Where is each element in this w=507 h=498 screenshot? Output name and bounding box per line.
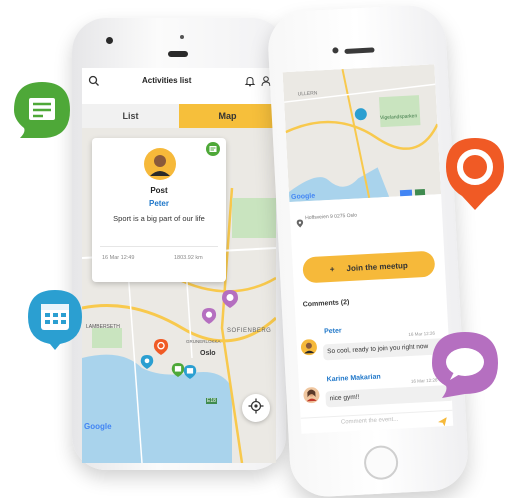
lifebuoy-icon bbox=[446, 138, 504, 210]
map-label-ullern: ULLERN bbox=[297, 90, 318, 98]
comments-header: Comments (2) bbox=[302, 299, 350, 309]
map-label-lamberseth: LAMBERSETH bbox=[86, 324, 120, 330]
home-button[interactable] bbox=[363, 444, 399, 481]
left-screen: Activities list List Map LAMBERSETH SOFI… bbox=[82, 68, 276, 463]
lifebuoy-pin-icon[interactable] bbox=[153, 338, 169, 361]
right-phone: Vigelandsparken ULLERN Google Hoffsveien… bbox=[266, 3, 470, 498]
search-icon[interactable] bbox=[88, 74, 100, 92]
google-logo: Google bbox=[84, 422, 112, 431]
header-bar: Activities list bbox=[82, 68, 276, 95]
avatar bbox=[303, 387, 320, 409]
comment-author[interactable]: Karine Makarian bbox=[327, 374, 381, 384]
crosshair-icon bbox=[248, 398, 264, 419]
location-pin-icon[interactable] bbox=[140, 354, 154, 375]
lifebuoy-badge bbox=[444, 136, 506, 210]
locate-me-button[interactable] bbox=[242, 394, 270, 422]
front-camera bbox=[106, 37, 113, 44]
send-icon[interactable] bbox=[438, 413, 448, 431]
document-badge bbox=[12, 80, 72, 140]
chat-pin-icon[interactable] bbox=[201, 307, 217, 330]
view-tabs: List Map bbox=[82, 104, 276, 128]
map-label-e18: E18 bbox=[206, 398, 217, 404]
avatar bbox=[144, 148, 176, 185]
page-title: Activities list bbox=[142, 76, 192, 85]
location-icon bbox=[296, 214, 304, 232]
event-map[interactable] bbox=[282, 64, 442, 203]
join-button-label: Join the meetup bbox=[346, 260, 409, 273]
sensor bbox=[180, 35, 184, 39]
card-date: 16 Mar 12:49 bbox=[102, 255, 135, 261]
map-label-grunerlokka: GRUNERLOKKA bbox=[186, 339, 221, 344]
card-type: Post bbox=[150, 186, 168, 195]
divider bbox=[100, 246, 218, 247]
map-label-sofienberg: SOFIENBERG bbox=[227, 328, 272, 334]
chat-icon bbox=[432, 332, 498, 398]
speaker bbox=[344, 47, 375, 54]
bell-icon[interactable] bbox=[244, 74, 256, 92]
spacer bbox=[82, 94, 276, 104]
calendar-pin-icon[interactable] bbox=[183, 364, 197, 385]
left-phone: Activities list List Map LAMBERSETH SOFI… bbox=[72, 18, 286, 470]
map-label-oslo: Oslo bbox=[200, 350, 216, 357]
calendar-badge bbox=[26, 288, 84, 350]
avatar bbox=[300, 339, 318, 361]
calendar-icon bbox=[28, 290, 82, 350]
plus-icon: + bbox=[329, 264, 335, 274]
speaker bbox=[168, 51, 188, 57]
google-logo: Google bbox=[290, 192, 316, 201]
join-meetup-button[interactable]: + Join the meetup bbox=[302, 250, 436, 284]
document-icon bbox=[14, 82, 70, 138]
chat-pin-icon[interactable] bbox=[221, 289, 239, 314]
chat-badge bbox=[430, 330, 500, 400]
card-distance: 1803.92 km bbox=[174, 255, 203, 261]
tab-list[interactable]: List bbox=[82, 104, 179, 128]
front-camera bbox=[332, 47, 339, 54]
event-address: Hoffsveien 9 0275 Oslo bbox=[305, 212, 358, 222]
right-screen: Vigelandsparken ULLERN Google Hoffsveien… bbox=[282, 64, 454, 434]
comment-input[interactable]: Comment the event... bbox=[341, 417, 399, 426]
card-text: Sport is a big part of our life bbox=[113, 214, 205, 223]
activity-card[interactable]: Post Peter Sport is a big part of our li… bbox=[92, 138, 226, 282]
comment-author[interactable]: Peter bbox=[324, 327, 342, 335]
document-icon bbox=[206, 142, 220, 161]
tab-map[interactable]: Map bbox=[179, 104, 276, 128]
card-author[interactable]: Peter bbox=[92, 199, 226, 208]
